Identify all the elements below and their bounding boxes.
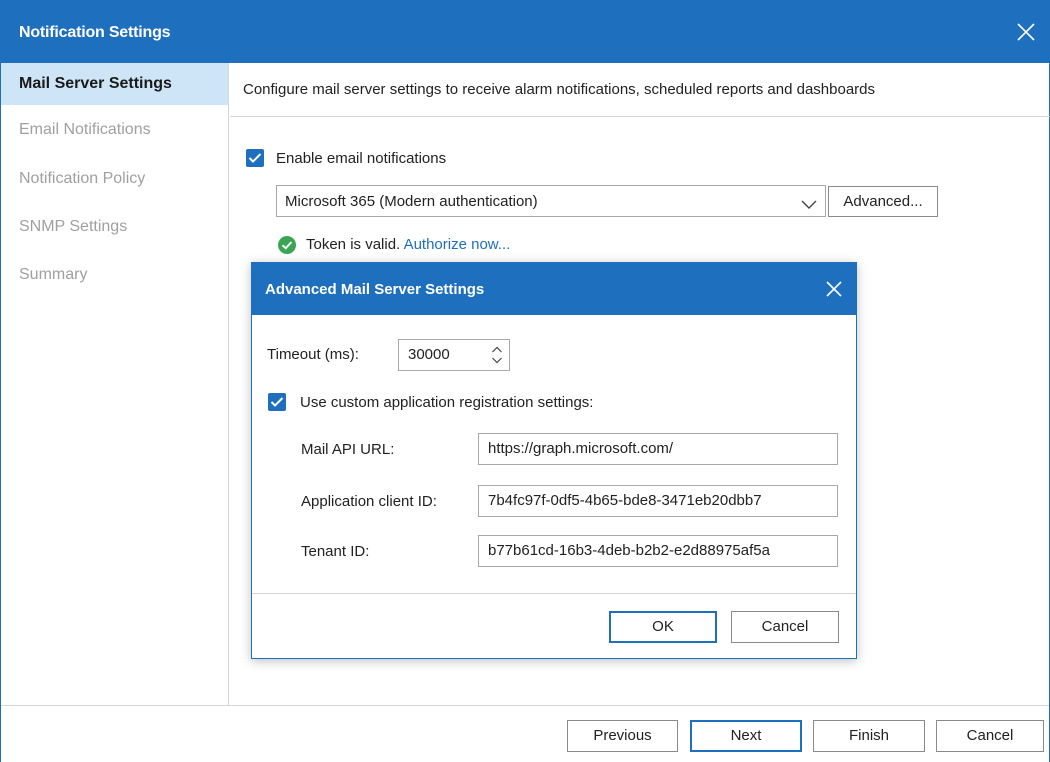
dialog-title-bar: Advanced Mail Server Settings [252, 263, 856, 315]
custom-registration-checkbox[interactable] [268, 393, 286, 411]
mail-api-url-label: Mail API URL: [301, 441, 395, 458]
next-button[interactable]: Next [690, 720, 802, 752]
sidebar-item-summary[interactable]: Summary [1, 254, 228, 296]
sidebar-item-mail-server-settings[interactable]: Mail Server Settings [1, 63, 228, 105]
token-status-text: Token is valid. [306, 236, 401, 253]
dialog-cancel-button[interactable]: Cancel [731, 611, 839, 643]
timeout-stepper[interactable]: 30000 [398, 339, 510, 371]
timeout-value: 30000 [408, 346, 450, 363]
enable-email-checkbox[interactable] [246, 149, 264, 167]
page-description: Configure mail server settings to receiv… [230, 63, 1050, 117]
close-icon[interactable] [1015, 21, 1037, 43]
previous-button[interactable]: Previous [567, 720, 678, 752]
tenant-id-label: Tenant ID: [301, 543, 370, 560]
sidebar: Mail Server Settings Email Notifications… [1, 63, 229, 705]
close-icon[interactable] [824, 279, 844, 299]
client-id-label: Application client ID: [301, 493, 437, 510]
timeout-label: Timeout (ms): [267, 346, 359, 363]
checkmark-icon [270, 397, 284, 407]
checkmark-icon [248, 153, 262, 163]
sidebar-item-notification-policy[interactable]: Notification Policy [1, 158, 228, 200]
custom-registration-label: Use custom application registration sett… [300, 394, 594, 411]
mail-api-url-input[interactable]: https://graph.microsoft.com/ [478, 433, 838, 465]
spinner-arrows-icon[interactable] [491, 345, 503, 365]
wizard-footer: Previous Next Finish Cancel [1, 705, 1049, 762]
token-status: Token is valid. Authorize now... [306, 236, 510, 253]
finish-button[interactable]: Finish [813, 720, 925, 752]
authorize-now-link[interactable]: Authorize now... [404, 236, 511, 253]
cancel-button[interactable]: Cancel [936, 720, 1044, 752]
advanced-mail-server-settings-dialog: Advanced Mail Server Settings Timeout (m… [251, 262, 857, 659]
mail-provider-value: Microsoft 365 (Modern authentication) [285, 193, 538, 210]
enable-email-label: Enable email notifications [276, 150, 447, 167]
dialog-title: Advanced Mail Server Settings [265, 281, 485, 298]
ok-button[interactable]: OK [609, 611, 717, 643]
sidebar-item-email-notifications[interactable]: Email Notifications [1, 109, 228, 151]
title-bar: Notification Settings [1, 1, 1049, 63]
window-title: Notification Settings [19, 24, 171, 41]
sidebar-item-snmp-settings[interactable]: SNMP Settings [1, 206, 228, 248]
mail-provider-select[interactable]: Microsoft 365 (Modern authentication) [276, 185, 826, 217]
advanced-button[interactable]: Advanced... [828, 186, 938, 217]
client-id-input[interactable]: 7b4fc97f-0df5-4b65-bde8-3471eb20dbb7 [478, 485, 838, 517]
chevron-down-icon [801, 197, 817, 214]
dialog-divider [252, 593, 856, 594]
check-circle-icon [278, 236, 296, 254]
tenant-id-input[interactable]: b77b61cd-16b3-4deb-b2b2-e2d88975af5a [478, 535, 838, 567]
